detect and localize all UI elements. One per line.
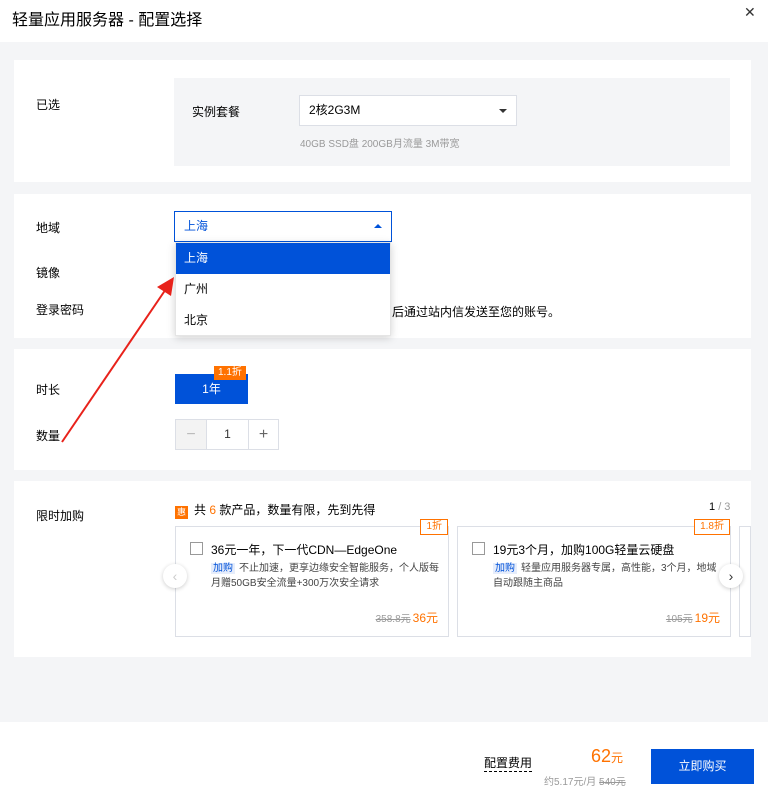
region-dropdown: 上海 广州 北京 (175, 242, 391, 336)
pager-current: 1 (709, 501, 716, 513)
discount-icon: 惠 (175, 506, 188, 519)
promo-card-sale-price: 36元 (412, 611, 438, 625)
promo-card-discount: 1.8折 (694, 519, 730, 535)
region-value: 上海 (184, 219, 209, 233)
package-label: 实例套餐 (192, 105, 241, 119)
promo-card-desc: 加购 轻量应用服务器专属，高性能，3个月，地域自动跟随主商品 (493, 561, 721, 591)
dialog-header: 轻量应用服务器 - 配置选择 ✕ (0, 0, 768, 42)
duration-label: 时长 (36, 383, 61, 397)
promo-card-badge: 加购 (493, 563, 517, 574)
password-hint: 后通过站内信发送至您的账号。 (392, 305, 561, 319)
next-page-icon[interactable]: › (719, 564, 743, 588)
promo-card-orig-price: 358.8元 (375, 614, 411, 625)
quantity-minus-button[interactable]: − (176, 420, 206, 449)
region-label: 地域 (36, 221, 61, 235)
close-icon[interactable]: ✕ (744, 4, 756, 21)
promo-card-desc: 加购 不止加速，更享边缘安全智能服务，个人版每月赠50GB安全流量+300万次安全… (211, 561, 439, 591)
promo-count: 6 (209, 503, 217, 517)
promo-card-discount: 1折 (420, 519, 448, 535)
region-option-beijing[interactable]: 北京 (176, 305, 390, 336)
promo-card-price: 358.8元 36元 (376, 609, 438, 626)
package-desc: 40GB SSD盘 200GB月流量 3M带宽 (300, 139, 460, 150)
fee-sub: 约5.17元/月 540元 (544, 773, 626, 788)
promo-card-orig-price: 105元 (665, 614, 693, 625)
promo-pager: 1 / 3 (709, 501, 730, 513)
promo-card-desc-text: 不止加速，更享边缘安全智能服务，个人版每月赠50GB安全流量+300万次安全请求 (211, 563, 439, 589)
package-select[interactable]: 2核2G3M (299, 95, 517, 126)
quantity-label: 数量 (36, 429, 61, 443)
promo-card-checkbox[interactable] (190, 542, 203, 555)
purchase-section (14, 349, 751, 470)
promo-card-price: 105元 19元 (666, 609, 720, 626)
promo-header-prefix: 共 (194, 503, 207, 517)
fee-orig-price: 540元 (599, 777, 626, 788)
quantity-input[interactable]: 1 (206, 420, 249, 449)
fee-label[interactable]: 配置费用 (484, 754, 533, 772)
fee-monthly: 约5.17元/月 (544, 777, 597, 788)
duration-discount-badge: 1.1折 (214, 366, 246, 380)
prev-page-icon[interactable]: ‹ (163, 564, 187, 588)
region-option-guangzhou[interactable]: 广州 (176, 274, 390, 305)
password-label: 登录密码 (36, 303, 85, 317)
promo-card-desc-text: 轻量应用服务器专属，高性能，3个月，地域自动跟随主商品 (493, 563, 717, 589)
pager-total: / 3 (718, 501, 731, 513)
promo-card-title: 36元一年，下一代CDN—EdgeOne (211, 543, 398, 557)
fee-amount-unit: 元 (611, 751, 624, 765)
buy-now-button[interactable]: 立即购买 (651, 749, 754, 784)
promo-card-sale-price: 19元 (694, 611, 720, 625)
promo-header: 惠共 6 款产品，数量有限，先到先得 (175, 501, 375, 519)
region-option-shanghai[interactable]: 上海 (176, 243, 390, 274)
promo-card-title: 19元3个月，加购100G轻量云硬盘 (493, 543, 675, 557)
selected-label: 已选 (36, 98, 61, 112)
package-value: 2核2G3M (309, 103, 361, 117)
promo-label: 限时加购 (36, 509, 85, 523)
image-label: 镜像 (36, 266, 61, 280)
quantity-plus-button[interactable]: + (249, 420, 278, 449)
promo-card-badge: 加购 (211, 563, 235, 574)
quantity-stepper: − 1 + (175, 419, 279, 450)
chevron-down-icon (499, 109, 507, 113)
fee-amount: 62元 (591, 746, 623, 767)
promo-header-suffix: 款产品，数量有限，先到先得 (219, 503, 376, 517)
promo-card[interactable]: 1折 36元一年，下一代CDN—EdgeOne 加购 不止加速，更享边缘安全智能服… (175, 519, 449, 637)
fee-amount-value: 62 (591, 746, 612, 766)
chevron-up-icon (374, 224, 382, 228)
promo-card-checkbox[interactable] (472, 542, 485, 555)
promo-card[interactable]: 1.8折 19元3个月，加购100G轻量云硬盘 加购 轻量应用服务器专属，高性能，… (457, 519, 731, 637)
dialog-title: 轻量应用服务器 - 配置选择 (12, 12, 203, 29)
region-select[interactable]: 上海 (174, 211, 392, 242)
